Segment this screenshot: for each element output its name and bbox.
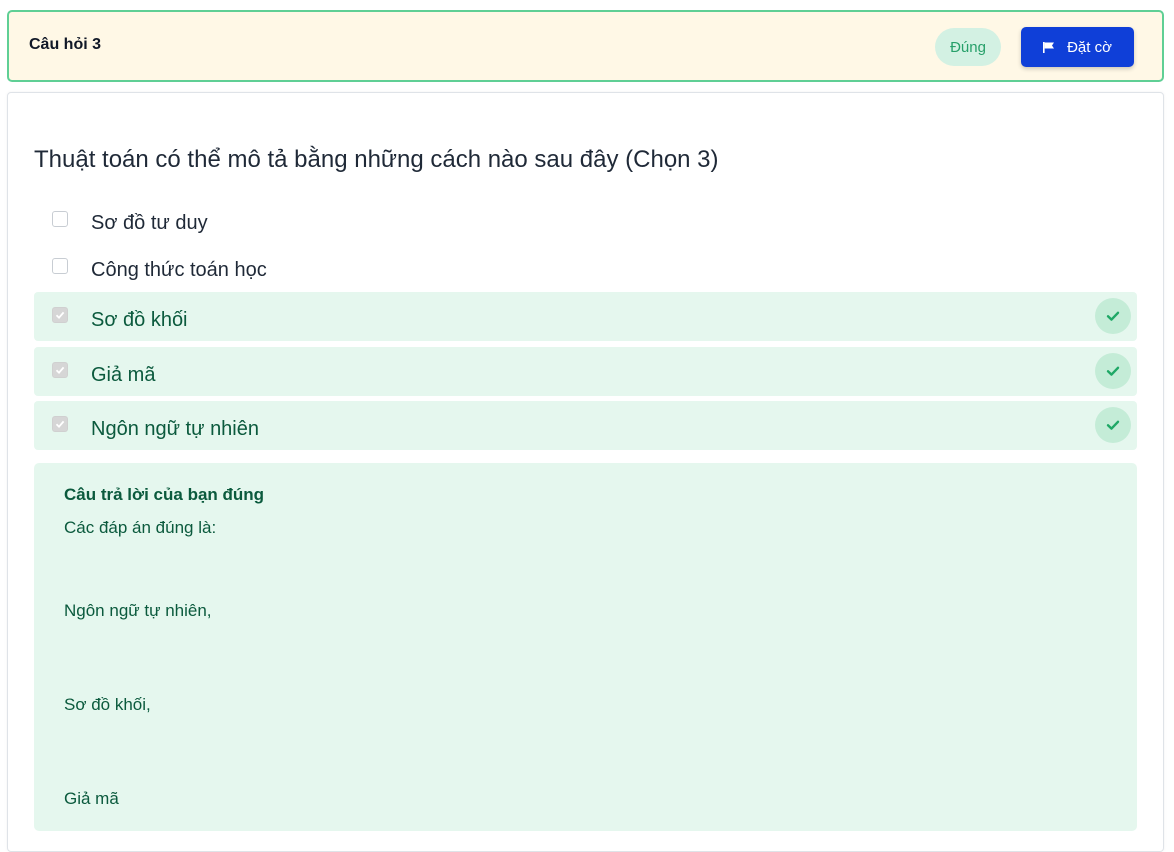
option-checkbox[interactable] [52, 307, 68, 323]
status-badge: Đúng [935, 28, 1001, 66]
option-item[interactable]: Ngôn ngữ tự nhiên [34, 401, 1137, 450]
checkmark-icon [55, 311, 65, 320]
checkmark-icon [55, 420, 65, 429]
option-checkbox[interactable] [52, 258, 68, 274]
feedback-panel: Câu trả lời của bạn đúng Các đáp án đúng… [34, 463, 1137, 831]
checkmark-icon [55, 366, 65, 375]
flag-button-label: Đặt cờ [1067, 38, 1112, 56]
option-item[interactable]: Công thức toán học [34, 248, 1137, 292]
feedback-title: Câu trả lời của bạn đúng [64, 485, 265, 504]
option-label: Sơ đồ tư duy [91, 212, 208, 234]
option-checkbox[interactable] [52, 362, 68, 378]
question-card: Thuật toán có thể mô tả bằng những cách … [7, 92, 1164, 852]
correct-answer-item: Ngôn ngữ tự nhiên, [64, 601, 212, 620]
option-checkbox[interactable] [52, 416, 68, 432]
correct-check-icon [1095, 353, 1131, 389]
flag-icon [1043, 41, 1055, 53]
question-number: Câu hỏi 3 [29, 36, 102, 53]
correct-answer-item: Giả mã [64, 789, 119, 808]
option-label: Giả mã [91, 364, 156, 386]
correct-check-icon [1095, 407, 1131, 443]
feedback-intro: Các đáp án đúng là: [64, 518, 217, 537]
correct-check-icon [1095, 298, 1131, 334]
correct-answer-item: Sơ đồ khối, [64, 695, 151, 714]
option-item[interactable]: Giả mã [34, 347, 1137, 396]
flag-button[interactable]: Đặt cờ [1021, 27, 1134, 67]
option-checkbox[interactable] [52, 211, 68, 227]
question-header: Câu hỏi 3 Đúng Đặt cờ [7, 10, 1164, 82]
option-item[interactable]: Sơ đồ khối [34, 292, 1137, 341]
option-item[interactable]: Sơ đồ tư duy [34, 201, 1137, 245]
option-label: Sơ đồ khối [91, 309, 188, 331]
option-label: Công thức toán học [91, 259, 267, 281]
question-text: Thuật toán có thể mô tả bằng những cách … [34, 146, 719, 173]
option-label: Ngôn ngữ tự nhiên [91, 418, 259, 440]
